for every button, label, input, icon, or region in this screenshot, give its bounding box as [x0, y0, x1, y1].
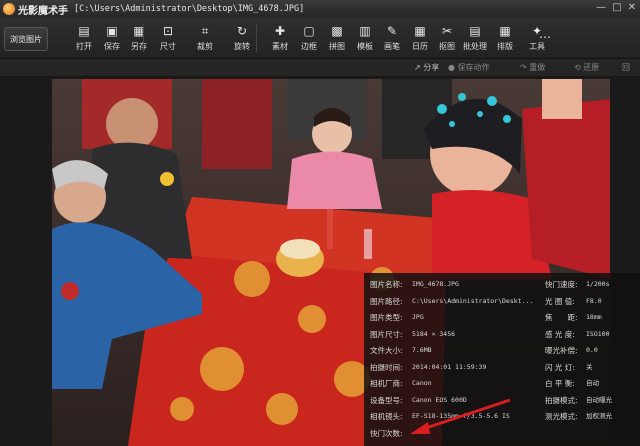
maximize-button[interactable]: □ [612, 2, 621, 13]
collage-icon: ▩ [331, 24, 343, 38]
exif-value: F8.0 [586, 296, 602, 305]
exif-row: 快门速度: 1/200s [364, 277, 640, 292]
save-icon: ▣ [106, 24, 118, 38]
exif-value: 0.0 [586, 346, 598, 354]
title-bar: 光影魔术手 [C:\Users\Administrator\Desktop\IM… [0, 0, 640, 18]
redo-icon: ↷ [520, 63, 530, 72]
share-icon: ↗ [414, 63, 424, 72]
exif-value: ISO100 [586, 329, 610, 338]
window-controls: — □ ✕ [596, 2, 636, 13]
tool-label: 边框 [301, 42, 317, 51]
tool-template-button[interactable]: ▥ 模板 [350, 24, 380, 52]
exif-value: 自动曝光 [586, 395, 612, 404]
tool-rotate-button[interactable]: ↻ 旋转 [227, 24, 257, 52]
save-action-button[interactable]: ● 保存动作 [448, 62, 490, 73]
brush-icon: ✎ [386, 24, 398, 38]
exif-label: 快门速度: [545, 280, 578, 289]
main-toolbar: 浏览图片 ▤ 打开 ▣ 保存 ▦ 另存 ⊡ 尺寸 ⌗ 裁剪 ↻ 旋转 ✚ 素材 ▢ 边框 ▩ 拼图 ▥ 模板 ✎ 画笔 ▦ 日… [0, 18, 640, 59]
exif-label: 白 平 衡: [545, 379, 575, 388]
rotate-icon: ↻ [236, 24, 248, 38]
image-viewer: 图片名称: IMG_4678.JPG 图片路径: C:\Users\Administr… [0, 77, 640, 446]
folder-icon: ▤ [78, 24, 90, 38]
extra-button[interactable]: 回 [622, 62, 630, 73]
tool-label: 素材 [272, 42, 288, 51]
resize-icon: ⊡ [162, 24, 174, 38]
exif-label: 拍摄模式: [545, 395, 578, 405]
more-tools-icon[interactable]: ⋯ [538, 30, 552, 44]
border-icon: ▢ [303, 24, 315, 38]
tool-border-button[interactable]: ▢ 边框 [294, 24, 324, 52]
tool-label: 模板 [357, 42, 373, 51]
redo-button[interactable]: ↷ 重做 [520, 62, 545, 73]
tool-label: 抠图 [439, 42, 455, 51]
tool-resize-button[interactable]: ⊡ 尺寸 [153, 24, 183, 52]
tool-folder-button[interactable]: ▤ 打开 [69, 24, 99, 52]
crop-icon: ⌗ [201, 24, 209, 38]
app-title: 光影魔术手 [18, 5, 68, 17]
restore-icon: ⟲ [574, 63, 584, 72]
tool-crop-button[interactable]: ⌗ 裁剪 [190, 24, 220, 52]
exif-row: 焦 距: 18mm [364, 310, 640, 325]
tool-label: 旋转 [234, 42, 250, 51]
close-button[interactable]: ✕ [628, 2, 636, 13]
minimize-button[interactable]: — [596, 2, 606, 13]
exif-label: 焦 距: [545, 313, 578, 322]
tool-batch-button[interactable]: ▤ 批处理 [460, 24, 490, 52]
tool-brush-button[interactable]: ✎ 画笔 [377, 24, 407, 52]
exif-row: 闪 光 灯: 关 [364, 360, 640, 375]
restore-button[interactable]: ⟲ 还原 [574, 62, 599, 73]
exif-row: 光 圈 值: F8.0 [364, 294, 640, 309]
exif-label: 快门次数: [370, 428, 403, 438]
tool-save-button[interactable]: ▣ 保存 [97, 24, 127, 52]
exif-row: 曝光补偿: 0.0 [364, 343, 640, 358]
tool-cutout-button[interactable]: ✂ 抠图 [432, 24, 462, 52]
action-bar: ↗ 分享 ● 保存动作 ↷ 重做 ⟲ 还原 回 [0, 59, 640, 77]
tool-label: 批处理 [463, 42, 487, 51]
layout-icon: ▦ [499, 24, 511, 38]
exif-label: 光 圈 值: [545, 296, 575, 306]
app-logo-icon [3, 3, 15, 15]
tool-label: 拼图 [329, 42, 345, 51]
exif-label: 感 光 度: [545, 329, 575, 339]
exif-label: 闪 光 灯: [545, 362, 575, 372]
tool-label: 裁剪 [197, 42, 213, 51]
tool-calendar-button[interactable]: ▦ 日历 [405, 24, 435, 52]
share-button[interactable]: ↗ 分享 [414, 62, 439, 73]
exif-value: 加权测光 [586, 412, 612, 420]
template-icon: ▥ [359, 24, 371, 38]
toolbar-separator [256, 24, 257, 52]
tool-label: 另存 [131, 42, 147, 51]
tool-layout-button[interactable]: ▦ 排版 [490, 24, 520, 52]
exif-value: 18mm [586, 313, 602, 321]
tool-label: 保存 [104, 42, 120, 51]
tool-collage-button[interactable]: ▩ 拼图 [322, 24, 352, 52]
tool-label: 打开 [76, 42, 92, 51]
cutout-icon: ✂ [441, 24, 453, 38]
tool-label: 画笔 [384, 42, 400, 51]
exif-value: 自动 [586, 379, 599, 387]
exif-label: 曝光补偿: [545, 346, 578, 355]
tool-label: 尺寸 [160, 42, 176, 51]
tool-save-as-button[interactable]: ▦ 另存 [124, 24, 154, 52]
save-as-icon: ▦ [133, 24, 145, 38]
tool-label: 日历 [412, 42, 428, 51]
batch-icon: ▤ [469, 24, 481, 38]
tool-material-button[interactable]: ✚ 素材 [265, 24, 295, 52]
calendar-icon: ▦ [414, 24, 426, 38]
exif-value: 1/200s [586, 280, 610, 288]
file-path: [C:\Users\Administrator\Desktop\IMG_4678… [74, 4, 305, 14]
exif-label: 测光模式: [545, 412, 578, 421]
exif-row: 感 光 度: ISO100 [364, 327, 640, 342]
exif-value: 关 [586, 362, 593, 371]
tool-label: 排版 [497, 42, 513, 51]
record-icon: ● [448, 63, 458, 72]
annotation-arrow-icon [410, 398, 511, 434]
exif-row: 白 平 衡: 自动 [364, 376, 640, 391]
browse-images-button[interactable]: 浏览图片 [4, 27, 48, 51]
material-icon: ✚ [274, 24, 286, 38]
toolbar-separator [143, 24, 144, 52]
